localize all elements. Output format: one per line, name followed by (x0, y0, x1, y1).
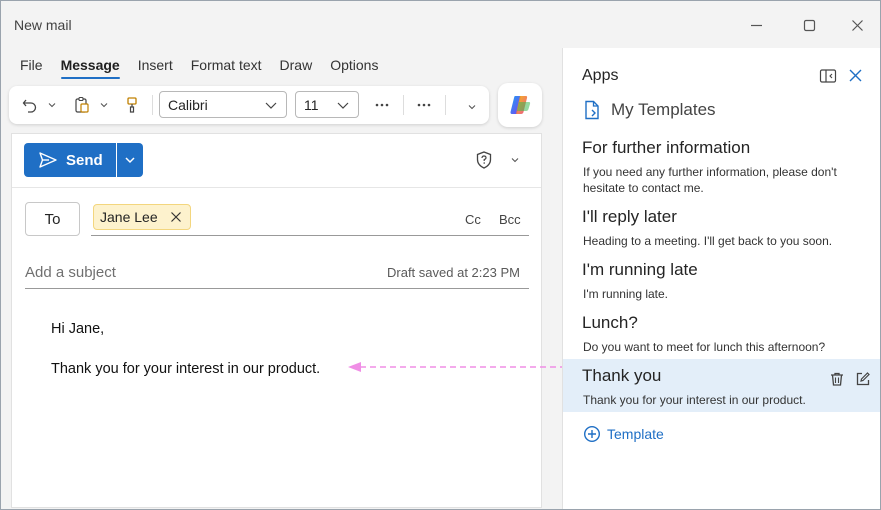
ribbon-toolbar: Calibri 11 (9, 86, 489, 124)
insert-arrow (348, 362, 562, 372)
chevron-down-icon (48, 103, 56, 108)
close-icon (170, 212, 181, 222)
delete-template-button[interactable] (829, 371, 845, 390)
tab-file[interactable]: File (11, 55, 52, 75)
template-item[interactable]: For further information If you need any … (563, 134, 880, 200)
send-options-button[interactable] (117, 143, 143, 177)
remove-recipient-button[interactable] (170, 211, 182, 223)
tab-message[interactable]: Message (52, 55, 129, 79)
template-name: For further information (582, 138, 751, 157)
title-bar: New mail (1, 1, 880, 49)
tab-format-text[interactable]: Format text (182, 55, 271, 75)
tab-insert[interactable]: Insert (129, 55, 182, 75)
bcc-button[interactable]: Bcc (499, 212, 521, 227)
send-button[interactable]: Send (24, 143, 116, 177)
paste-dropdown-button[interactable] (99, 94, 109, 116)
toolbar-separator (152, 95, 153, 115)
ribbon-tabs: File Message Insert Format text Draw Opt… (11, 55, 387, 79)
chevron-down-icon (468, 105, 476, 110)
template-text: Do you want to meet for lunch this after… (583, 340, 826, 354)
template-item[interactable]: I'll reply later Heading to a meeting. I… (563, 202, 880, 252)
to-button[interactable]: To (25, 202, 80, 236)
add-circle-icon (583, 425, 601, 443)
compose-pane: Send To Jane Lee Cc Bcc Add a subject Dr… (11, 133, 542, 508)
send-icon (39, 152, 57, 168)
apps-pane: Apps My Templates For further informatio… (562, 48, 880, 509)
shield-question-icon (476, 151, 492, 169)
copilot-icon (510, 96, 531, 114)
chevron-down-icon (265, 102, 277, 109)
dock-pane-icon (819, 69, 837, 83)
template-document-icon (585, 100, 599, 120)
cc-button[interactable]: Cc (465, 212, 481, 227)
trash-icon (831, 372, 843, 386)
tab-draw[interactable]: Draw (271, 55, 322, 75)
close-window-button[interactable] (837, 11, 877, 39)
subject-underline (25, 288, 529, 289)
toolbar-separator (445, 95, 446, 115)
template-text: Heading to a meeting. I'll get back to y… (583, 234, 833, 248)
recipient-name: Jane Lee (100, 209, 158, 225)
close-icon (849, 69, 862, 82)
template-actions (829, 371, 871, 390)
more-icon (417, 103, 431, 107)
my-templates-title: My Templates (611, 100, 716, 119)
copilot-button[interactable] (498, 83, 542, 127)
outlook-new-mail-window: New mail File Message Insert Format text… (0, 0, 881, 510)
template-name: Thank you (582, 366, 662, 385)
template-text: I'm running late. (583, 287, 669, 301)
my-templates-header: My Templates (583, 100, 716, 120)
divider (12, 187, 541, 188)
pin-pane-button[interactable] (819, 68, 837, 84)
chevron-down-icon (125, 157, 135, 164)
add-template-button[interactable]: Template (583, 425, 664, 443)
template-item[interactable]: I'm running late I'm running late. (563, 255, 880, 305)
template-name: Lunch? (582, 313, 638, 332)
minimize-button[interactable] (736, 11, 776, 39)
template-text: If you need any further information, ple… (583, 165, 837, 195)
font-size-select[interactable]: 11 (295, 91, 359, 118)
template-name: I'm running late (582, 260, 698, 279)
edit-template-button[interactable] (855, 371, 871, 390)
recipient-pill[interactable]: Jane Lee (93, 204, 191, 230)
font-size-value: 11 (304, 96, 319, 113)
template-text: Thank you for your interest in our produ… (583, 393, 806, 407)
chevron-down-icon (511, 158, 519, 163)
more-options-button[interactable] (416, 94, 432, 116)
body-greeting[interactable]: Hi Jane, (51, 321, 104, 337)
close-pane-button[interactable] (848, 68, 863, 83)
add-template-label: Template (607, 426, 664, 442)
sensitivity-button[interactable] (474, 150, 520, 170)
body-line[interactable]: Thank you for your interest in our produ… (51, 361, 320, 377)
draft-status: Draft saved at 2:23 PM (387, 265, 520, 280)
font-name-value: Calibri (168, 96, 208, 113)
chevron-down-icon (100, 103, 108, 108)
undo-icon (22, 99, 37, 113)
more-formatting-button[interactable] (374, 94, 390, 116)
undo-button[interactable] (21, 94, 39, 116)
format-painter-button[interactable] (123, 94, 141, 116)
chevron-down-icon (337, 102, 349, 109)
tab-options[interactable]: Options (321, 55, 387, 75)
send-label: Send (66, 151, 103, 169)
toolbar-separator (403, 95, 404, 115)
more-icon (375, 103, 389, 107)
paste-button[interactable] (73, 94, 91, 116)
apps-pane-title: Apps (582, 67, 619, 84)
template-item-selected[interactable]: Thank you Thank you for your interest in… (563, 359, 880, 412)
subject-input[interactable]: Add a subject (25, 264, 116, 281)
font-name-select[interactable]: Calibri (159, 91, 287, 118)
clipboard-icon (75, 96, 89, 113)
template-item[interactable]: Lunch? Do you want to meet for lunch thi… (563, 308, 880, 358)
expand-ribbon-button[interactable] (467, 96, 477, 118)
edit-icon (856, 372, 870, 386)
template-name: I'll reply later (582, 207, 677, 226)
undo-dropdown-button[interactable] (47, 94, 57, 116)
to-field-underline (91, 235, 529, 236)
window-title: New mail (14, 17, 72, 33)
format-painter-icon (127, 97, 137, 113)
maximize-button[interactable] (789, 11, 829, 39)
